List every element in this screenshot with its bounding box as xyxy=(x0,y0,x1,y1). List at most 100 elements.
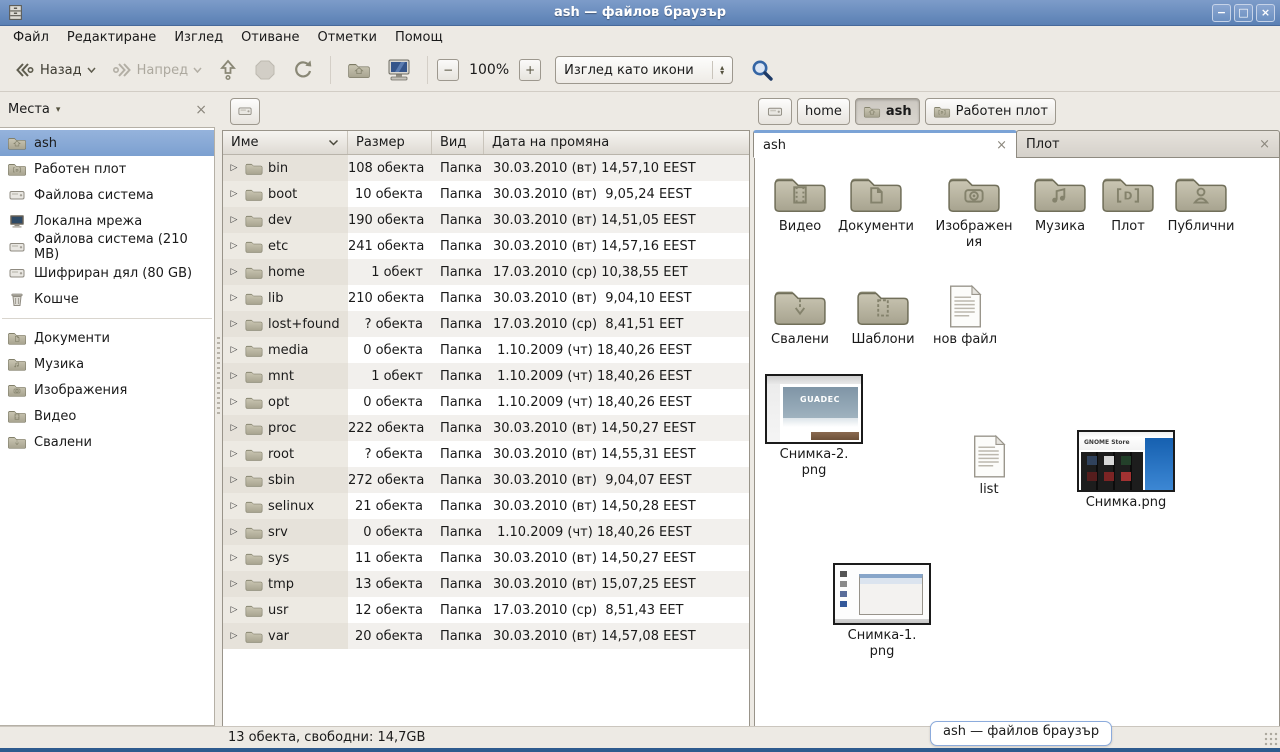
expander-icon[interactable]: ▷ xyxy=(228,267,240,277)
place-item[interactable]: Изображения xyxy=(0,377,214,403)
back-button[interactable]: Назад xyxy=(8,56,103,84)
menu-item[interactable]: Помощ xyxy=(386,28,452,47)
file-icon-item[interactable]: Шаблони xyxy=(840,283,926,348)
file-icon-item[interactable]: Снимка-2. png xyxy=(771,374,857,478)
table-row[interactable]: ▷ lost+found ? обекта Папка 17.03.2010 (… xyxy=(223,311,749,337)
tab[interactable]: Плот × xyxy=(1016,130,1280,158)
place-item[interactable]: Файлова система xyxy=(0,182,214,208)
file-icon-item[interactable]: Свалени xyxy=(757,283,843,348)
reload-button[interactable] xyxy=(285,54,321,86)
expander-icon[interactable]: ▷ xyxy=(228,293,240,303)
table-row[interactable]: ▷ usr 12 обекта Папка 17.03.2010 (ср) 8,… xyxy=(223,597,749,623)
table-row[interactable]: ▷ var 20 обекта Папка 30.03.2010 (вт) 14… xyxy=(223,623,749,649)
table-row[interactable]: ▷ boot 10 обекта Папка 30.03.2010 (вт) 9… xyxy=(223,181,749,207)
menu-item[interactable]: Отметки xyxy=(308,28,385,47)
expander-icon[interactable]: ▷ xyxy=(228,241,240,251)
breadcrumb-button[interactable]: Работен плот xyxy=(925,98,1056,125)
pane-splitter[interactable] xyxy=(215,92,222,726)
stop-button[interactable] xyxy=(247,54,283,86)
file-icon-item[interactable]: Публични xyxy=(1158,170,1244,235)
file-icon-item[interactable]: Снимка.png xyxy=(1083,430,1169,511)
expander-icon[interactable]: ▷ xyxy=(228,605,240,615)
place-item[interactable]: Файлова система (210 MB) xyxy=(0,234,214,260)
file-icon-item[interactable]: Снимка-1. png xyxy=(839,563,925,659)
column-header-type[interactable]: Вид xyxy=(432,131,484,154)
expander-icon[interactable]: ▷ xyxy=(228,345,240,355)
search-button[interactable] xyxy=(749,57,775,83)
zoom-level: 100% xyxy=(461,62,517,78)
chevron-down-icon[interactable]: ▾ xyxy=(56,105,61,115)
table-row[interactable]: ▷ mnt 1 обект Папка 1.10.2009 (чт) 18,40… xyxy=(223,363,749,389)
up-button[interactable] xyxy=(211,54,245,86)
expander-icon[interactable]: ▷ xyxy=(228,215,240,225)
column-header-modified[interactable]: Дата на промяна xyxy=(484,131,749,154)
place-item[interactable]: Свалени xyxy=(0,429,214,455)
home-folder-icon xyxy=(347,60,371,80)
table-row[interactable]: ▷ lib 210 обекта Папка 30.03.2010 (вт) 9… xyxy=(223,285,749,311)
expander-icon[interactable]: ▷ xyxy=(228,371,240,381)
tab[interactable]: ash × xyxy=(753,130,1017,158)
table-row[interactable]: ▷ bin 108 обекта Папка 30.03.2010 (вт) 1… xyxy=(223,155,749,181)
table-row[interactable]: ▷ opt 0 обекта Папка 1.10.2009 (чт) 18,4… xyxy=(223,389,749,415)
close-button[interactable]: × xyxy=(1256,4,1275,22)
table-row[interactable]: ▷ media 0 обекта Папка 1.10.2009 (чт) 18… xyxy=(223,337,749,363)
sidebar-mode-select[interactable]: Места xyxy=(8,102,50,117)
place-item[interactable]: Документи xyxy=(0,325,214,351)
place-item[interactable]: ash xyxy=(0,130,214,156)
menu-item[interactable]: Изглед xyxy=(165,28,232,47)
view-mode-select[interactable]: Изглед като икони ▴▾ xyxy=(555,56,733,84)
column-header-name[interactable]: Име xyxy=(223,131,348,154)
sidebar-close-button[interactable]: × xyxy=(195,102,207,118)
expander-icon[interactable]: ▷ xyxy=(228,579,240,589)
place-item[interactable]: Кошче xyxy=(0,286,214,312)
minimize-button[interactable]: − xyxy=(1212,4,1231,22)
expander-icon[interactable]: ▷ xyxy=(228,189,240,199)
place-item[interactable]: Шифриран дял (80 GB) xyxy=(0,260,214,286)
table-row[interactable]: ▷ root ? обекта Папка 30.03.2010 (вт) 14… xyxy=(223,441,749,467)
place-item[interactable]: Музика xyxy=(0,351,214,377)
expander-icon[interactable]: ▷ xyxy=(228,319,240,329)
file-icon-item[interactable]: list xyxy=(946,434,1032,498)
zoom-out-button[interactable]: − xyxy=(437,59,459,81)
breadcrumb-button[interactable]: home xyxy=(797,98,850,125)
table-row[interactable]: ▷ tmp 13 обекта Папка 30.03.2010 (вт) 15… xyxy=(223,571,749,597)
expander-icon[interactable]: ▷ xyxy=(228,397,240,407)
file-icon-item[interactable]: нов файл xyxy=(922,284,1008,348)
file-icon-item[interactable]: Документи xyxy=(833,170,919,235)
expander-icon[interactable]: ▷ xyxy=(228,553,240,563)
breadcrumb-button[interactable]: ash xyxy=(855,98,920,125)
table-row[interactable]: ▷ dev 190 обекта Папка 30.03.2010 (вт) 1… xyxy=(223,207,749,233)
table-row[interactable]: ▷ selinux 21 обекта Папка 30.03.2010 (вт… xyxy=(223,493,749,519)
expander-icon[interactable]: ▷ xyxy=(228,423,240,433)
tab-close-icon[interactable]: × xyxy=(996,138,1007,153)
column-header-size[interactable]: Размер xyxy=(348,131,432,154)
expander-icon[interactable]: ▷ xyxy=(228,163,240,173)
table-row[interactable]: ▷ proc 222 обекта Папка 30.03.2010 (вт) … xyxy=(223,415,749,441)
table-row[interactable]: ▷ srv 0 обекта Папка 1.10.2009 (чт) 18,4… xyxy=(223,519,749,545)
expander-icon[interactable]: ▷ xyxy=(228,501,240,511)
menu-item[interactable]: Файл xyxy=(4,28,58,47)
forward-button[interactable]: Напред xyxy=(105,56,209,84)
place-item[interactable]: Видео xyxy=(0,403,214,429)
zoom-in-button[interactable]: + xyxy=(519,59,541,81)
root-location-button[interactable] xyxy=(230,98,260,125)
expander-icon[interactable]: ▷ xyxy=(228,527,240,537)
table-row[interactable]: ▷ home 1 обект Папка 17.03.2010 (ср) 10,… xyxy=(223,259,749,285)
expander-icon[interactable]: ▷ xyxy=(228,475,240,485)
menu-item[interactable]: Отиване xyxy=(232,28,308,47)
file-icon-item[interactable]: Изображен ия xyxy=(931,170,1017,250)
home-button[interactable] xyxy=(340,55,378,85)
breadcrumb-button[interactable] xyxy=(758,98,792,125)
place-item[interactable]: Работен плот xyxy=(0,156,214,182)
table-row[interactable]: ▷ sys 11 обекта Папка 30.03.2010 (вт) 14… xyxy=(223,545,749,571)
computer-button[interactable] xyxy=(380,53,418,87)
file-icon-item[interactable]: Видео xyxy=(757,170,843,235)
expander-icon[interactable]: ▷ xyxy=(228,449,240,459)
tab-close-icon[interactable]: × xyxy=(1259,137,1270,152)
maximize-button[interactable]: □ xyxy=(1234,4,1253,22)
table-row[interactable]: ▷ sbin 272 обекта Папка 30.03.2010 (вт) … xyxy=(223,467,749,493)
menu-item[interactable]: Редактиране xyxy=(58,28,165,47)
expander-icon[interactable]: ▷ xyxy=(228,631,240,641)
table-row[interactable]: ▷ etc 241 обекта Папка 30.03.2010 (вт) 1… xyxy=(223,233,749,259)
place-item[interactable]: Локална мрежа xyxy=(0,208,214,234)
